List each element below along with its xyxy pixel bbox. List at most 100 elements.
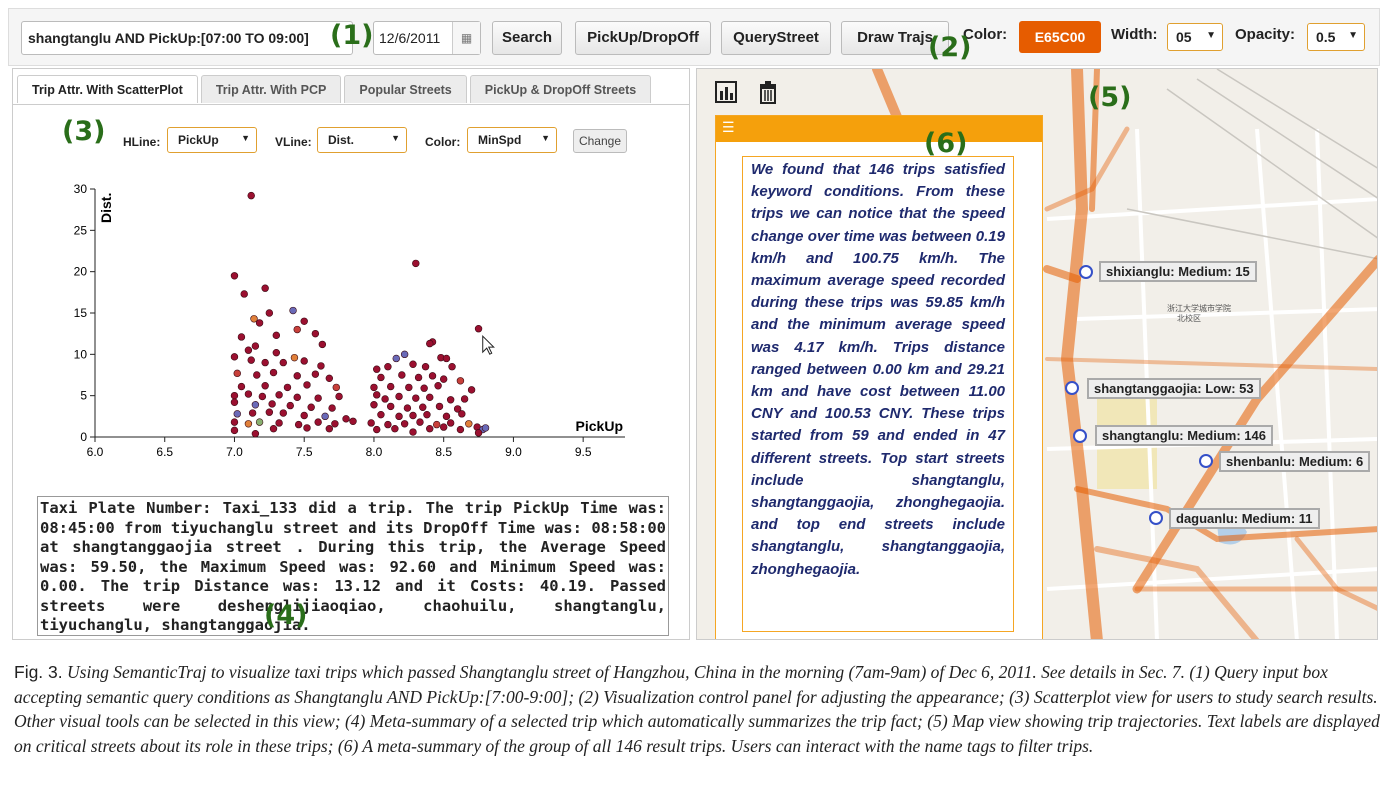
scatter-point xyxy=(244,420,253,428)
x-axis-label: PickUp xyxy=(576,418,623,434)
trip-meta-summary: Taxi Plate Number: Taxi_133 did a trip. … xyxy=(37,496,669,636)
scatter-point xyxy=(258,392,267,401)
street-node[interactable] xyxy=(1199,454,1213,468)
dropdown-arrow-icon: ▼ xyxy=(1206,30,1216,41)
street-node[interactable] xyxy=(1149,511,1163,525)
scatter-point xyxy=(412,259,420,268)
bar-chart-icon[interactable] xyxy=(713,79,739,105)
scatter-point xyxy=(474,325,483,333)
annotation-1: (1) xyxy=(330,20,374,51)
hline-select[interactable]: PickUp ▼ xyxy=(167,127,257,153)
scatter-point xyxy=(279,358,287,367)
scatter-point xyxy=(439,375,448,383)
scatter-point xyxy=(230,353,239,361)
scatter-point xyxy=(318,340,327,349)
scatter-point xyxy=(474,429,483,437)
menu-icon[interactable]: ☰ xyxy=(722,119,735,135)
scatter-point xyxy=(456,425,465,434)
street-node[interactable] xyxy=(1073,429,1087,443)
street-tag-shangtanggaojia[interactable]: shangtanggaojia: Low: 53 xyxy=(1087,378,1261,399)
scatter-point xyxy=(400,350,409,359)
scatter-point xyxy=(400,420,409,428)
trash-icon[interactable] xyxy=(755,79,781,105)
group-summary-card: ☰ We found that 146 trips satisfied keyw… xyxy=(715,115,1043,639)
scatter-point xyxy=(328,404,336,412)
scatter-point xyxy=(420,384,428,392)
scatter-point xyxy=(481,424,490,432)
street-node[interactable] xyxy=(1079,265,1093,279)
width-value: 05 xyxy=(1176,29,1192,45)
pickup-dropoff-button[interactable]: PickUp/DropOff xyxy=(575,21,711,55)
vline-select[interactable]: Dist. ▼ xyxy=(317,127,407,153)
scatter-point xyxy=(269,368,278,377)
scatter-point xyxy=(230,418,239,426)
scatter-point xyxy=(367,419,375,427)
width-select[interactable]: 05 ▼ xyxy=(1167,23,1223,51)
y-tick-label: 30 xyxy=(74,182,88,196)
scatter-point xyxy=(253,371,261,379)
scatter-point xyxy=(290,353,299,362)
scatter-point xyxy=(230,391,239,400)
street-tag-shixianglu[interactable]: shixianglu: Medium: 15 xyxy=(1099,261,1257,282)
scatter-point xyxy=(395,412,403,421)
scatterplot-view: Trip Attr. With ScatterPlot Trip Attr. W… xyxy=(12,68,690,640)
scatter-point xyxy=(255,418,264,426)
y-tick-label: 25 xyxy=(74,223,88,237)
query-street-button[interactable]: QueryStreet xyxy=(721,21,831,55)
color-by-value: MinSpd xyxy=(478,133,522,147)
scatterplot-chart[interactable]: 6.0 6.5 7.0 7.5 8.0 8.5 9.0 9.5 0 5 10 15 20 25 30 Pick… xyxy=(73,169,633,469)
x-tick-label: 8.5 xyxy=(435,445,452,459)
scatter-point xyxy=(426,425,434,433)
scatter-point xyxy=(373,365,381,373)
search-button[interactable]: Search xyxy=(492,21,562,55)
color-picker[interactable]: E65C00 xyxy=(1019,21,1101,53)
scatter-point xyxy=(244,346,253,354)
scatter-point xyxy=(230,398,239,406)
tab-scatterplot[interactable]: Trip Attr. With ScatterPlot xyxy=(17,75,198,103)
query-input[interactable]: shangtanglu AND PickUp:[07:00 TO 09:00] xyxy=(21,21,353,55)
scatter-point xyxy=(426,393,434,402)
scatter-point xyxy=(398,371,406,379)
color-by-select[interactable]: MinSpd ▼ xyxy=(467,127,557,153)
scatter-point xyxy=(303,381,311,389)
change-button[interactable]: Change xyxy=(573,129,627,153)
dropdown-arrow-icon: ▼ xyxy=(1348,30,1358,41)
tab-pickup-dropoff-streets[interactable]: PickUp & DropOff Streets xyxy=(469,75,652,103)
scatter-point xyxy=(467,386,476,394)
scatter-point xyxy=(311,329,320,338)
annotation-6: (6) xyxy=(924,128,968,159)
scatter-point xyxy=(423,410,431,419)
scatter-point xyxy=(325,374,334,383)
street-node[interactable] xyxy=(1065,381,1079,395)
x-tick-label: 9.0 xyxy=(505,445,522,459)
scatter-point xyxy=(314,418,322,426)
caption-fig-label: Fig. 3. xyxy=(14,662,63,682)
scatter-point xyxy=(300,357,308,365)
date-input[interactable]: 12/6/2011 ▦ xyxy=(373,21,481,55)
scatter-point xyxy=(233,410,241,418)
scatter-point xyxy=(303,424,311,432)
scatter-point xyxy=(237,333,246,341)
scatter-point xyxy=(279,409,287,417)
tab-popular-streets[interactable]: Popular Streets xyxy=(344,75,467,103)
opacity-select[interactable]: 0.5 ▼ xyxy=(1307,23,1365,51)
mouse-cursor-icon xyxy=(482,334,495,355)
calendar-icon[interactable]: ▦ xyxy=(452,22,480,54)
tab-pcp[interactable]: Trip Attr. With PCP xyxy=(200,75,342,103)
scatter-point xyxy=(325,425,334,433)
x-tick-label: 7.0 xyxy=(226,445,243,459)
dropdown-arrow-icon: ▼ xyxy=(391,133,400,143)
scatter-point xyxy=(465,420,473,428)
scatter-point xyxy=(409,411,417,420)
scatter-point xyxy=(349,417,357,425)
map-view[interactable]: 浙江大学城市学院 北校区 ☰ We found that 146 trips s… xyxy=(696,68,1378,640)
street-tag-daguanlu[interactable]: daguanlu: Medium: 11 xyxy=(1169,508,1320,529)
scatter-point xyxy=(314,394,322,402)
annotation-3: (3) xyxy=(62,116,106,147)
figure-caption: Fig. 3. Using SemanticTraj to visualize … xyxy=(14,660,1380,759)
street-tag-shangtanglu[interactable]: shangtanglu: Medium: 146 xyxy=(1095,425,1273,446)
scatter-point xyxy=(428,372,437,380)
scatter-point xyxy=(261,382,269,390)
scatter-point xyxy=(251,429,260,438)
street-tag-shenbanlu[interactable]: shenbanlu: Medium: 6 xyxy=(1219,451,1371,472)
